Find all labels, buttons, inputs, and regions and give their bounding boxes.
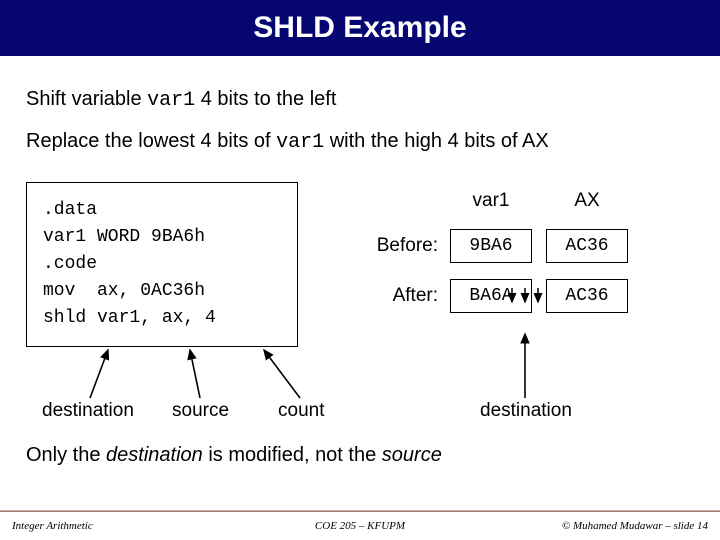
text: Shift variable [26, 88, 147, 110]
row-label-before: Before: [377, 235, 438, 257]
footer-left: Integer Arithmetic [12, 520, 93, 532]
annot-destination-left: destination [42, 400, 134, 422]
cell-after-var1: BA6A [450, 279, 532, 313]
emphasis: source [382, 444, 442, 466]
value-table: var1 AX Before: 9BA6 AC36 After: BA6A AC… [358, 186, 630, 316]
content-area: Shift variable var1 4 bits to the left R… [0, 56, 720, 347]
annot-destination-right: destination [480, 400, 572, 422]
desc-line-1: Shift variable var1 4 bits to the left [26, 88, 694, 112]
footer: Integer Arithmetic COE 205 – KFUPM © Muh… [0, 512, 720, 540]
text: 4 bits to the left [195, 88, 336, 110]
col-header-var1: var1 [473, 190, 510, 212]
code-listing: .data var1 WORD 9BA6h .code mov ax, 0AC3… [43, 197, 281, 332]
cell-before-var1: 9BA6 [450, 229, 532, 263]
cell-before-ax: AC36 [546, 229, 628, 263]
desc-line-2: Replace the lowest 4 bits of var1 with t… [26, 130, 694, 154]
code-box: .data var1 WORD 9BA6h .code mov ax, 0AC3… [26, 182, 298, 347]
row-label-after: After: [393, 285, 438, 307]
text: Replace the lowest 4 bits of [26, 130, 276, 152]
text: Only the [26, 444, 106, 466]
code-inline: var1 [276, 131, 324, 154]
code-inline: var1 [147, 89, 195, 112]
cell-after-ax: AC36 [546, 279, 628, 313]
text: with the high 4 bits of AX [324, 130, 549, 152]
text: is modified, not the [203, 444, 382, 466]
emphasis: destination [106, 444, 203, 466]
slide-title: SHLD Example [253, 11, 466, 45]
col-header-ax: AX [574, 190, 599, 212]
annot-count: count [278, 400, 324, 422]
footer-right: © Muhamed Mudawar – slide 14 [562, 520, 708, 532]
title-bar: SHLD Example [0, 0, 720, 56]
annot-source: source [172, 400, 229, 422]
summary-line: Only the destination is modified, not th… [26, 444, 442, 467]
main-row: .data var1 WORD 9BA6h .code mov ax, 0AC3… [26, 172, 694, 347]
